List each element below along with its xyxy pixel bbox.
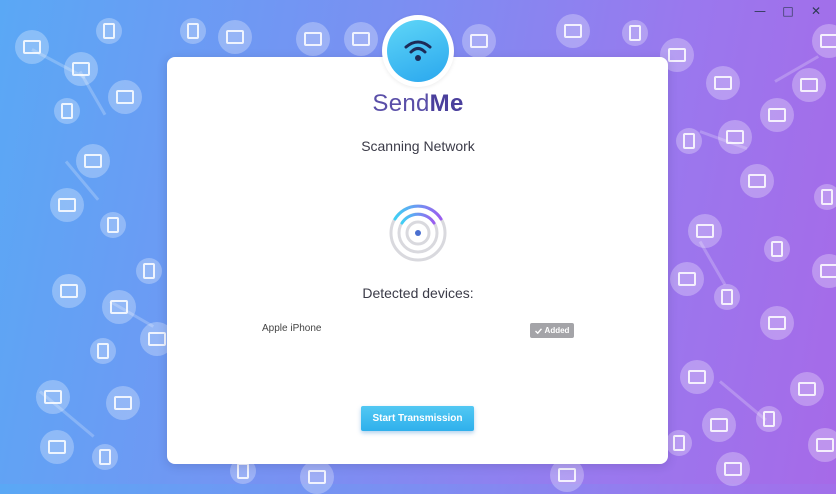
router-icon xyxy=(50,188,84,222)
monitor-icon xyxy=(344,22,378,56)
phone-icon xyxy=(136,258,162,284)
laptop-icon xyxy=(790,372,824,406)
monitor-icon xyxy=(688,214,722,248)
wifi-radar-icon xyxy=(386,201,450,270)
phone-icon xyxy=(92,444,118,470)
minimize-button[interactable]: — xyxy=(746,2,774,20)
phone-icon xyxy=(756,406,782,432)
phone-icon xyxy=(90,338,116,364)
router-icon xyxy=(296,22,330,56)
app-brand: SendMe xyxy=(0,90,836,118)
laptop-icon xyxy=(680,360,714,394)
start-transmission-button[interactable]: Start Transmission xyxy=(361,406,474,431)
router-icon xyxy=(702,408,736,442)
monitor-icon xyxy=(812,254,836,288)
maximize-button[interactable]: □ xyxy=(774,2,802,20)
laptop-icon xyxy=(716,452,750,486)
phone-icon xyxy=(666,430,692,456)
router-icon xyxy=(40,430,74,464)
detected-devices-heading: Detected devices: xyxy=(362,285,474,301)
close-button[interactable]: ✕ xyxy=(802,2,830,20)
app-logo xyxy=(382,15,454,87)
device-name: Apple iPhone xyxy=(262,323,322,334)
phone-icon xyxy=(96,18,122,44)
phone-icon xyxy=(622,20,648,46)
phone-icon xyxy=(180,18,206,44)
status-badge: Added xyxy=(530,323,574,338)
phone-icon xyxy=(814,184,836,210)
phone-icon xyxy=(100,212,126,238)
router-icon xyxy=(760,306,794,340)
laptop-icon xyxy=(740,164,774,198)
monitor-icon xyxy=(106,386,140,420)
brand-part-send: Send xyxy=(372,90,430,117)
wifi-icon xyxy=(387,20,449,82)
router-icon xyxy=(64,52,98,86)
status-badge-label: Added xyxy=(544,326,570,335)
device-list-item: Apple iPhone Added xyxy=(262,321,576,341)
monitor-icon xyxy=(812,24,836,58)
laptop-icon xyxy=(218,20,252,54)
phone-icon xyxy=(764,236,790,262)
window-controls: — □ ✕ xyxy=(746,2,830,20)
scan-status-title: Scanning Network xyxy=(361,138,475,154)
brand-part-me: Me xyxy=(429,90,464,117)
monitor-icon xyxy=(556,14,590,48)
monitor-icon xyxy=(462,24,496,58)
monitor-icon xyxy=(808,428,836,462)
check-icon xyxy=(534,327,542,334)
laptop-icon xyxy=(15,30,49,64)
router-icon xyxy=(300,460,334,494)
monitor-icon xyxy=(36,380,70,414)
